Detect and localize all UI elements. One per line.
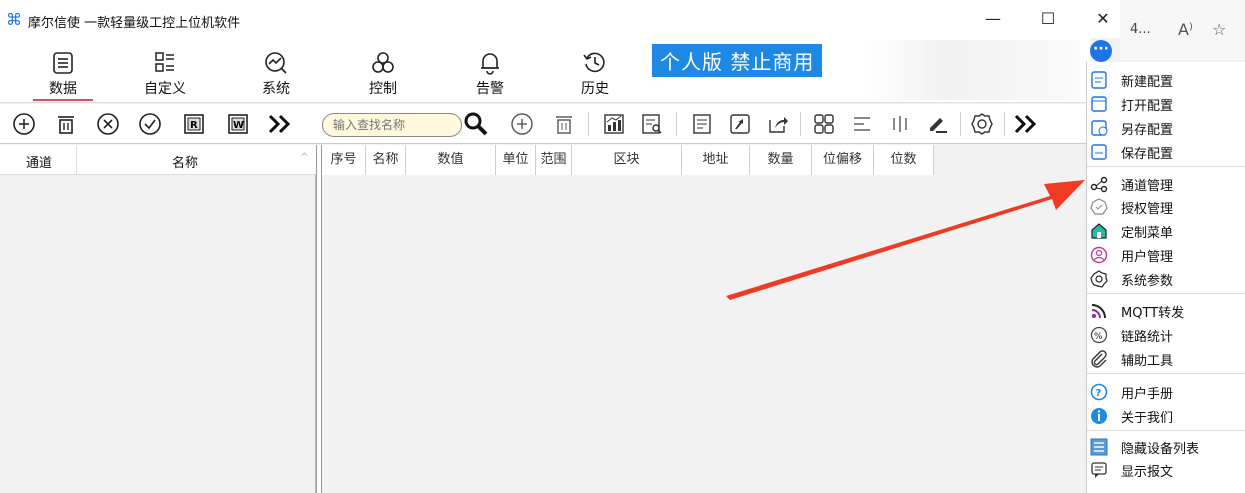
- menu-item-label: MQTT转发: [1121, 305, 1185, 321]
- menu-item-show-messages[interactable]: 显示报文: [1089, 459, 1239, 481]
- authorize-icon: [1089, 198, 1109, 216]
- menu-divider: [1087, 430, 1245, 431]
- menu-item-label: 用户手册: [1121, 386, 1174, 402]
- open-config-icon: [1089, 95, 1109, 113]
- svg-text:%: %: [1094, 332, 1103, 342]
- more-menu-button[interactable]: ···: [1090, 40, 1112, 62]
- menu-item-label: 系统参数: [1121, 273, 1174, 289]
- new-config-icon: [1089, 71, 1109, 89]
- menu-item-label: 新建配置: [1121, 74, 1174, 90]
- menu-item-label: 打开配置: [1121, 98, 1174, 114]
- menu-item-label: 链路统计: [1121, 329, 1174, 345]
- menu-item-label: 通道管理: [1121, 178, 1174, 194]
- list-icon: [1089, 438, 1109, 456]
- menu-item-label: 授权管理: [1121, 201, 1174, 217]
- home-icon: [1089, 222, 1109, 240]
- menu-item-label: 用户管理: [1121, 249, 1174, 265]
- menu-item-label: 关于我们: [1121, 410, 1174, 426]
- menu-divider: [1087, 293, 1245, 294]
- menu-item-save-as[interactable]: 另存配置: [1089, 117, 1239, 139]
- menu-item-mqtt-forward[interactable]: MQTT转发: [1089, 300, 1239, 322]
- menu-item-open-config[interactable]: 打开配置: [1089, 93, 1239, 115]
- menu-item-save[interactable]: 保存配置: [1089, 141, 1239, 163]
- percent-icon: %: [1089, 326, 1109, 344]
- menu-item-label: 定制菜单: [1121, 225, 1174, 241]
- share-icon: [1089, 175, 1109, 193]
- menu-item-new-config[interactable]: 新建配置: [1089, 69, 1239, 91]
- menu-item-label: 保存配置: [1121, 146, 1174, 162]
- svg-text:?: ?: [1096, 388, 1102, 399]
- menu-item-user-management[interactable]: 用户管理: [1089, 244, 1239, 266]
- menu-item-custom-menu[interactable]: 定制菜单: [1089, 220, 1239, 242]
- message-icon: [1089, 461, 1109, 479]
- paperclip-icon: [1089, 350, 1109, 368]
- menu-item-label: 辅助工具: [1121, 353, 1174, 369]
- menu-item-label: 隐藏设备列表: [1121, 441, 1200, 457]
- help-icon: ?: [1089, 383, 1109, 401]
- menu-item-label: 显示报文: [1121, 464, 1174, 480]
- annotation-arrow: [726, 180, 1085, 300]
- info-icon: [1089, 407, 1109, 425]
- rss-icon: [1089, 302, 1109, 320]
- menu-item-about-us[interactable]: 关于我们: [1089, 405, 1239, 427]
- menu-item-hide-device-list[interactable]: 隐藏设备列表: [1089, 436, 1239, 458]
- gear-icon: [1089, 270, 1109, 288]
- save-icon: [1089, 143, 1109, 161]
- user-icon: [1089, 246, 1109, 264]
- menu-item-link-stats[interactable]: % 链路统计: [1089, 324, 1239, 346]
- menu-item-system-params[interactable]: 系统参数: [1089, 268, 1239, 290]
- menu-item-authorization[interactable]: 授权管理: [1089, 196, 1239, 218]
- save-as-icon: [1089, 119, 1109, 137]
- menu-divider: [1087, 373, 1245, 374]
- menu-item-aux-tools[interactable]: 辅助工具: [1089, 348, 1239, 370]
- menu-item-user-manual[interactable]: ? 用户手册: [1089, 381, 1239, 403]
- menu-item-label: 另存配置: [1121, 122, 1174, 138]
- menu-divider: [1087, 166, 1245, 167]
- menu-item-channel-management[interactable]: 通道管理: [1089, 173, 1239, 195]
